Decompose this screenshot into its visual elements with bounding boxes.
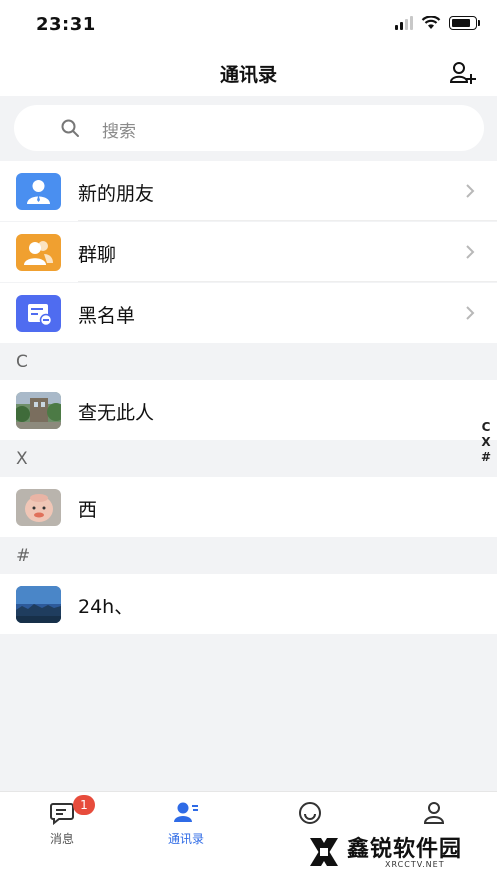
avatar xyxy=(16,489,61,526)
section-letter: # xyxy=(16,546,31,566)
watermark: 鑫锐软件园 XRCCTV.NET xyxy=(295,829,491,877)
signal-icon xyxy=(395,16,413,30)
wifi-icon xyxy=(421,16,441,29)
index-letter[interactable]: C xyxy=(482,420,491,435)
row-label: 新的朋友 xyxy=(78,183,155,205)
section-header-x: X xyxy=(0,441,497,477)
avatar xyxy=(16,392,61,429)
contact-name: 西 xyxy=(78,499,98,521)
status-time: 23:31 xyxy=(36,14,96,35)
watermark-logo-icon xyxy=(310,838,338,866)
search-area: 搜索 xyxy=(0,96,497,160)
row-new-friends[interactable]: 新的朋友 xyxy=(0,161,497,221)
row-label: 黑名单 xyxy=(78,305,136,327)
divider xyxy=(78,220,497,221)
search-icon xyxy=(61,119,79,137)
index-letter[interactable]: # xyxy=(481,450,491,465)
contact-row[interactable]: 查无此人 xyxy=(0,380,497,440)
status-bar: 23:31 xyxy=(0,0,497,52)
tab-contacts[interactable]: 通讯录 xyxy=(141,798,231,847)
alphabet-index[interactable]: C X # xyxy=(481,420,491,465)
tab-bar: 1 消息 通讯录 生活 我的 xyxy=(0,791,497,883)
row-group-chat[interactable]: 群聊 xyxy=(0,222,497,282)
add-friend-icon[interactable] xyxy=(449,60,477,86)
contact-name: 24h、 xyxy=(78,596,134,618)
person-icon xyxy=(423,802,445,824)
smile-icon xyxy=(299,802,321,824)
search-placeholder: 搜索 xyxy=(102,122,136,142)
contacts-icon xyxy=(174,802,198,822)
group-chat-icon xyxy=(16,234,61,271)
chevron-right-icon xyxy=(466,245,475,259)
tab-messages[interactable]: 1 消息 xyxy=(17,795,107,847)
avatar xyxy=(16,586,61,623)
section-header-hash: # xyxy=(0,538,497,574)
search-input[interactable]: 搜索 xyxy=(14,105,484,151)
section-letter: X xyxy=(16,449,28,469)
message-icon xyxy=(50,803,74,825)
row-label: 群聊 xyxy=(78,244,117,266)
page-title: 通讯录 xyxy=(219,64,277,86)
index-letter[interactable]: X xyxy=(481,435,490,450)
battery-icon xyxy=(449,16,480,30)
section-header-c: C xyxy=(0,344,497,380)
contact-row[interactable]: 24h、 xyxy=(0,574,497,634)
section-letter: C xyxy=(16,352,28,372)
contact-row[interactable]: 西 xyxy=(0,477,497,537)
blacklist-icon xyxy=(16,295,61,332)
contact-name: 查无此人 xyxy=(78,402,155,424)
divider xyxy=(78,281,497,282)
row-blacklist[interactable]: 黑名单 xyxy=(0,283,497,343)
chevron-right-icon xyxy=(466,306,475,320)
unread-badge: 1 xyxy=(73,795,95,815)
watermark-title: 鑫锐软件园 xyxy=(347,837,463,862)
tab-label: 通讯录 xyxy=(167,832,204,846)
chevron-right-icon xyxy=(466,184,475,198)
status-icons xyxy=(395,16,480,30)
tab-label: 消息 xyxy=(49,832,74,846)
nav-bar: 通讯录 xyxy=(0,52,497,96)
watermark-subtitle: XRCCTV.NET xyxy=(385,860,445,869)
new-friend-icon xyxy=(16,173,61,210)
